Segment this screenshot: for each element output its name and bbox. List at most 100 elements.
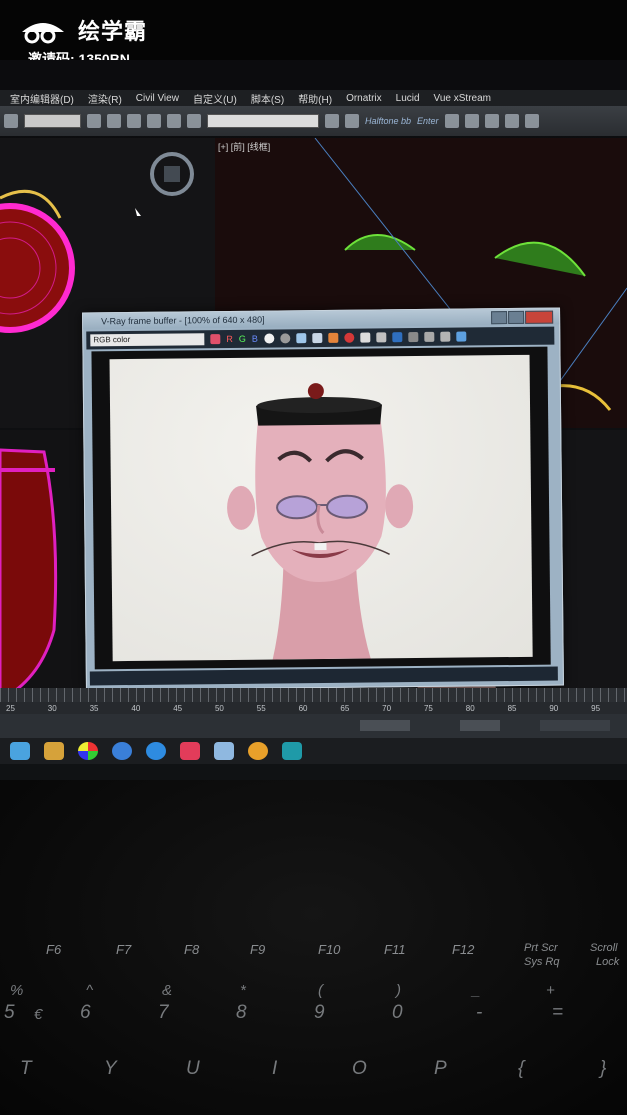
- key-equals: =: [552, 1002, 564, 1023]
- mono-icon[interactable]: [279, 333, 290, 344]
- media-player-icon[interactable]: [146, 742, 166, 760]
- key-symbol: ): [396, 982, 401, 999]
- menu-item[interactable]: 渲染(R): [88, 91, 122, 106]
- red-channel-button[interactable]: R: [226, 334, 233, 344]
- key-symbol: &: [162, 982, 173, 999]
- alpha-icon[interactable]: [263, 333, 274, 344]
- link-icon[interactable]: [391, 332, 402, 343]
- history-icon[interactable]: [423, 331, 434, 342]
- menu-item[interactable]: 室内编辑器(D): [10, 91, 74, 106]
- key-symbol: +: [546, 982, 555, 999]
- key-o: O: [352, 1058, 367, 1079]
- key-f8: F8: [184, 942, 200, 957]
- compare-icon[interactable]: [439, 331, 450, 342]
- render-frame-icon[interactable]: [464, 114, 479, 128]
- key-brace-left: {: [518, 1058, 525, 1079]
- teapot-icon[interactable]: [524, 114, 539, 128]
- key-i: I: [272, 1058, 278, 1079]
- key-8: 8: [236, 1002, 247, 1023]
- toolbar-text[interactable]: Halftone bb: [365, 116, 411, 126]
- key-minus: -: [476, 1002, 483, 1023]
- frame-field[interactable]: [360, 720, 410, 731]
- key-euro: €: [34, 1006, 43, 1023]
- key-symbol: _: [472, 982, 481, 999]
- menu-item[interactable]: Vue xStream: [434, 93, 491, 104]
- timeline-ruler[interactable]: [0, 688, 627, 702]
- load-icon[interactable]: [311, 333, 322, 344]
- menu-item[interactable]: 自定义(U): [193, 91, 237, 106]
- blue-channel-button[interactable]: B: [252, 334, 258, 344]
- menu-item[interactable]: 脚本(S): [251, 91, 284, 106]
- lens-effects-icon[interactable]: [407, 331, 418, 343]
- main-toolbar: Halftone bb Enter: [0, 106, 627, 136]
- video-app-icon[interactable]: [180, 742, 200, 760]
- browser-icon[interactable]: [112, 742, 132, 760]
- channel-select[interactable]: RGB color: [90, 333, 205, 347]
- material-editor-icon[interactable]: [504, 114, 519, 128]
- move-icon[interactable]: [87, 114, 101, 128]
- key-5: 5: [4, 1002, 15, 1023]
- key-u: U: [186, 1058, 200, 1079]
- key-0: 0: [392, 1002, 403, 1023]
- menu-item[interactable]: Ornatrix: [346, 93, 382, 104]
- notes-icon[interactable]: [214, 742, 234, 760]
- render-button-icon[interactable]: [455, 331, 466, 342]
- render-icon[interactable]: [484, 114, 499, 128]
- maximize-button[interactable]: [508, 310, 525, 325]
- align-icon[interactable]: [345, 114, 359, 128]
- key-symbol: ^: [86, 982, 94, 999]
- menu-item[interactable]: 帮助(H): [298, 91, 332, 106]
- brand-name: 绘学霸: [78, 19, 148, 44]
- key-symbol: %: [10, 982, 24, 999]
- render-setup-icon[interactable]: [444, 114, 459, 128]
- selection-filter[interactable]: [24, 114, 81, 128]
- status-bar: [0, 714, 627, 738]
- vfb-status-bar: [89, 666, 558, 686]
- angle-snap-icon[interactable]: [147, 114, 161, 128]
- folder-icon[interactable]: [44, 742, 64, 760]
- toolbar-text[interactable]: Enter: [417, 116, 439, 126]
- key-f11: F11: [384, 942, 406, 957]
- menu-item[interactable]: Lucid: [396, 93, 420, 104]
- rotate-icon[interactable]: [107, 114, 121, 128]
- laptop-keyboard: F6 F7 F8 F9 F10 F11 F12 Prt Scr Scroll S…: [0, 780, 627, 1115]
- undo-icon[interactable]: [4, 114, 18, 128]
- vray-frame-buffer-window[interactable]: V-Ray frame buffer - [100% of 640 x 480]…: [82, 307, 564, 691]
- region-icon[interactable]: [375, 332, 386, 343]
- key-symbol: *: [240, 982, 246, 999]
- menu-item[interactable]: Civil View: [136, 93, 179, 104]
- time-field[interactable]: [460, 720, 500, 731]
- minimize-button[interactable]: [491, 311, 508, 325]
- snap-icon[interactable]: [127, 114, 141, 128]
- key-brace-right: }: [600, 1058, 607, 1079]
- taskbar-app-icon[interactable]: [10, 742, 30, 760]
- paint-icon[interactable]: [248, 742, 268, 760]
- key-9: 9: [314, 1002, 325, 1023]
- percent-snap-icon[interactable]: [167, 114, 181, 128]
- stop-icon[interactable]: [343, 332, 354, 343]
- key-sysrq: Sys Rq: [524, 956, 560, 968]
- chrome-icon[interactable]: [78, 742, 98, 760]
- named-selection-field[interactable]: [207, 114, 319, 128]
- color-picker-icon[interactable]: [210, 334, 221, 345]
- key-t: T: [20, 1058, 32, 1079]
- vfb-toolbar: RGB color R G B: [86, 326, 555, 350]
- 3dsmax-icon[interactable]: [282, 742, 302, 760]
- viewport-label[interactable]: [+] [前] [线框]: [218, 140, 270, 153]
- monitor-screen: 室内编辑器(D) 渲染(R) Civil View 自定义(U) 脚本(S) 帮…: [0, 60, 627, 780]
- key-symbol: (: [318, 982, 323, 999]
- grid-field[interactable]: [540, 720, 610, 731]
- green-channel-button[interactable]: G: [239, 334, 246, 344]
- track-mouse-icon[interactable]: [359, 332, 370, 343]
- save-icon[interactable]: [295, 333, 306, 344]
- close-button[interactable]: [525, 310, 554, 324]
- edit-named-icon[interactable]: [187, 114, 201, 128]
- key-f9: F9: [250, 942, 266, 957]
- key-prtscr: Prt Scr: [524, 942, 558, 954]
- key-scroll: Scroll: [590, 942, 618, 954]
- mirror-icon[interactable]: [325, 114, 339, 128]
- key-f7: F7: [116, 942, 132, 957]
- character-render: [227, 383, 414, 660]
- clear-icon[interactable]: [327, 332, 338, 343]
- key-f6: F6: [46, 942, 62, 957]
